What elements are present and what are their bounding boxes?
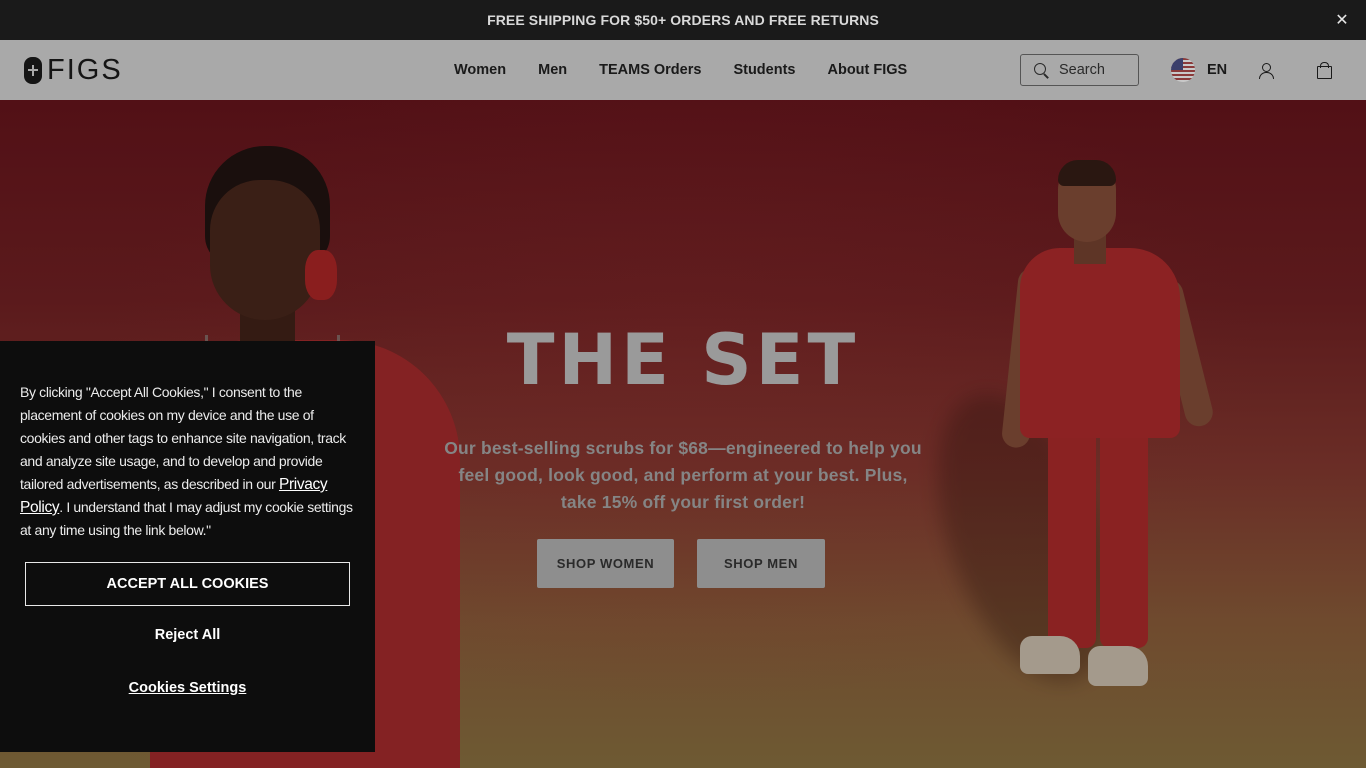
language-code: EN [1207,62,1228,78]
logo-wordmark: FIGS [47,53,123,86]
nav-students[interactable]: Students [733,62,795,78]
announcement-bar: FREE SHIPPING FOR $50+ ORDERS AND FREE R… [0,0,1366,40]
man-hair [1058,160,1116,186]
main-nav: Women Men TEAMS Orders Students About FI… [454,40,939,100]
site-header: FIGS Women Men TEAMS Orders Students Abo… [0,40,1366,100]
man-shoe-left [1020,636,1080,674]
woman-face [210,180,320,320]
nav-men[interactable]: Men [538,62,567,78]
close-icon[interactable]: ✕ [1332,10,1352,30]
man-shoe-right [1088,646,1148,686]
account-icon[interactable] [1258,62,1274,79]
nav-teams-orders[interactable]: TEAMS Orders [599,62,701,78]
reject-all-button[interactable]: Reject All [0,627,375,643]
language-selector[interactable]: EN [1171,57,1227,83]
woman-scrunchie [305,250,337,300]
shop-men-button[interactable]: SHOP MEN [697,539,825,588]
search-placeholder: Search [1059,62,1105,78]
cookie-consent-text: By clicking "Accept All Cookies," I cons… [20,381,355,542]
search-box[interactable]: Search [1020,54,1139,86]
us-flag-icon [1171,58,1195,82]
shop-women-button[interactable]: SHOP WOMEN [537,539,674,588]
hero-title: THE SET [506,319,860,401]
nav-about-figs[interactable]: About FIGS [827,62,907,78]
man-pants-right [1100,428,1148,648]
man-model-image [903,158,1216,718]
cookie-consent-panel: By clicking "Accept All Cookies," I cons… [0,341,375,752]
figs-cross-logo-icon [24,56,42,84]
man-scrub-top [1020,248,1180,438]
announcement-text: FREE SHIPPING FOR $50+ ORDERS AND FREE R… [487,12,879,28]
cookies-settings-link[interactable]: Cookies Settings [0,680,375,696]
man-pants-left [1048,428,1096,648]
search-icon [1033,62,1049,78]
figs-logo[interactable]: FIGS [24,53,123,86]
shopping-bag-icon[interactable] [1316,62,1332,79]
cookie-text-part-2: . I understand that I may adjust my cook… [20,499,353,538]
accept-all-cookies-button[interactable]: ACCEPT ALL COOKIES [25,562,350,606]
nav-women[interactable]: Women [454,62,506,78]
hero-subtitle: Our best-selling scrubs for $68—engineer… [444,438,922,512]
